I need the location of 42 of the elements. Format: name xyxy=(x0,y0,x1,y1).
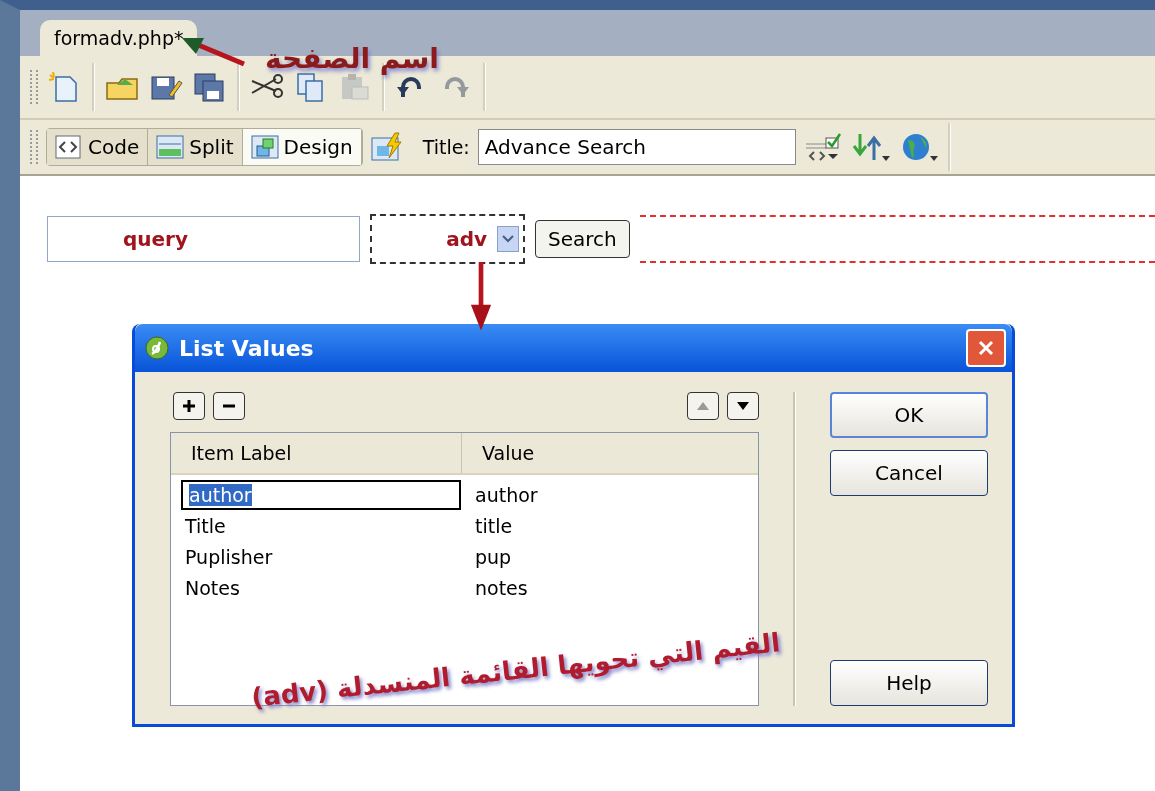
select-field[interactable]: adv xyxy=(370,214,525,264)
live-view-lightning-icon[interactable] xyxy=(370,132,405,162)
close-icon xyxy=(978,340,994,356)
list-cell-text: notes xyxy=(474,576,529,599)
up-down-arrows-icon[interactable] xyxy=(851,132,892,162)
code-view-button[interactable]: Code xyxy=(47,129,149,165)
add-button[interactable] xyxy=(173,392,205,420)
list-cell[interactable]: author xyxy=(181,479,461,510)
ok-button[interactable]: OK xyxy=(830,392,988,438)
title-label: Title: xyxy=(422,136,470,158)
remove-button[interactable] xyxy=(213,392,245,420)
split-view-icon xyxy=(156,135,185,159)
close-button[interactable] xyxy=(966,329,1006,367)
disks-icon[interactable] xyxy=(193,71,227,103)
move-down-button[interactable] xyxy=(727,392,759,420)
toolbar-grip[interactable] xyxy=(30,70,38,104)
list-cell-text: author xyxy=(474,483,539,506)
move-up-button[interactable] xyxy=(687,392,719,420)
app-logo-icon xyxy=(145,336,169,360)
add-icon xyxy=(182,399,196,413)
column-header[interactable]: Item Label xyxy=(171,433,462,473)
annotation-text: القيم التي تحويها القائمة المنسدلة (adv) xyxy=(249,627,782,713)
column-header[interactable]: Value xyxy=(462,433,758,473)
annotation-text: اسم الصفحة xyxy=(265,45,439,73)
list-cell[interactable]: Puplisher xyxy=(171,545,461,568)
text-field[interactable]: query xyxy=(47,216,360,262)
help-button[interactable]: Help xyxy=(830,660,988,706)
split-view-button[interactable]: Split xyxy=(148,129,243,165)
list-cell[interactable]: Notes xyxy=(171,576,461,599)
search-button[interactable]: Search xyxy=(535,220,630,258)
list-cell-text: pup xyxy=(474,545,513,568)
toolbar-grip[interactable] xyxy=(30,130,38,164)
dialog-title: List Values xyxy=(179,335,315,361)
list-cell-text: title xyxy=(474,514,514,537)
design-view-icon xyxy=(250,135,279,159)
document-tab[interactable]: formadv.php* xyxy=(40,20,198,56)
code-view-icon xyxy=(55,135,83,159)
design-view-button[interactable]: Design xyxy=(242,129,362,165)
list-cell[interactable]: Title xyxy=(171,514,461,537)
title-field[interactable]: Advance Search xyxy=(477,129,796,165)
validate-icon[interactable] xyxy=(803,132,844,162)
cancel-button[interactable]: Cancel xyxy=(830,450,988,496)
